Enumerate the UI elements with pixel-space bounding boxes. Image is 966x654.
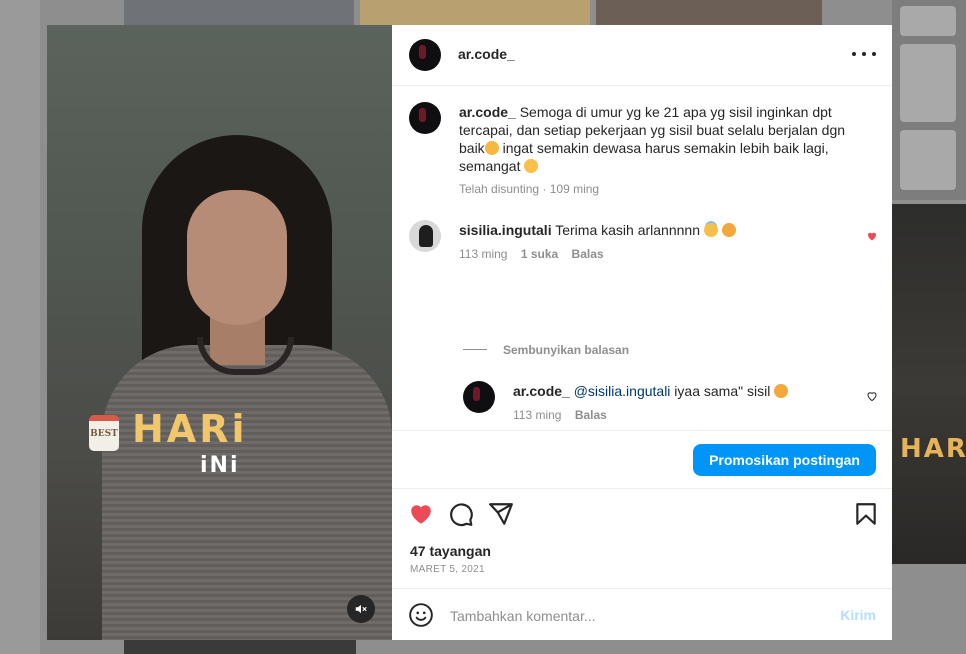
post-details-panel: ar.code_ ar.code_ Semoga di umur yg ke 2… — [392, 25, 892, 640]
mention-link[interactable]: @sisilia.ingutali — [574, 383, 671, 399]
reply-time: 113 ming — [513, 408, 562, 422]
sticker-best: BEST — [89, 415, 119, 451]
avatar[interactable] — [463, 381, 495, 413]
photo-subject-face — [187, 190, 287, 325]
mute-button[interactable] — [347, 595, 375, 623]
mute-icon — [355, 604, 367, 614]
promote-bar: Promosikan postingan — [392, 430, 892, 489]
reply-text: iyaa sama" sisil — [670, 383, 771, 399]
caption-author[interactable]: ar.code_ — [459, 104, 516, 120]
background-ad-tile — [900, 44, 956, 122]
emoji-icon[interactable] — [408, 602, 434, 628]
reply-button[interactable]: Balas — [572, 247, 604, 261]
comment-author[interactable]: sisilia.ingutali — [459, 222, 552, 238]
add-comment-bar: Kirim — [392, 588, 892, 641]
post-author[interactable]: ar.code_ — [458, 46, 515, 62]
comment-likes[interactable]: 1 suka — [521, 247, 558, 261]
angel-emoji-icon — [703, 223, 718, 237]
view-count[interactable]: 47 tayangan — [410, 543, 491, 559]
avatar[interactable] — [409, 220, 441, 252]
background-next-post[interactable] — [892, 204, 966, 564]
caption-meta: Telah disunting · 109 ming — [459, 182, 600, 196]
comment-text: Terima kasih arlannnnn — [555, 222, 700, 238]
background-ad-tile — [900, 6, 956, 36]
background-sticker-text: HARi — [900, 434, 966, 464]
photo-subject-shirt — [102, 345, 392, 640]
post-header: ar.code_ — [392, 25, 892, 86]
comment-icon[interactable] — [448, 501, 474, 527]
laughing-emoji-icon — [484, 141, 499, 155]
reply-comment: ar.code_ @sisilia.ingutali iyaa sama" si… — [513, 383, 789, 399]
share-icon[interactable] — [488, 501, 514, 527]
hugging-emoji-icon — [774, 384, 789, 398]
background-post-thumbnail — [124, 0, 354, 25]
comment-meta: 113 ming 1 suka Balas — [459, 247, 604, 261]
edited-time: 109 ming — [549, 182, 600, 196]
post-media[interactable]: BEST HARi iNi — [47, 25, 392, 640]
background-page — [0, 0, 40, 654]
bookmark-icon[interactable] — [853, 501, 879, 527]
comment-time: 113 ming — [459, 247, 508, 261]
heart-outline-icon[interactable] — [866, 390, 878, 402]
post-caption: ar.code_ Semoga di umur yg ke 21 apa yg … — [459, 103, 859, 175]
more-options-icon[interactable] — [852, 46, 876, 62]
hugging-emoji-icon — [721, 223, 736, 237]
heart-icon[interactable] — [866, 230, 878, 242]
avatar[interactable] — [409, 39, 441, 71]
reply-meta: 113 ming Balas — [513, 408, 607, 422]
comments-section: ar.code_ Semoga di umur yg ke 21 apa yg … — [392, 86, 892, 430]
divider — [463, 349, 487, 350]
smiling-emoji-icon — [524, 159, 539, 173]
comment: sisilia.ingutali Terima kasih arlannnnn — [459, 222, 736, 238]
action-bar — [392, 488, 892, 538]
background-post-thumbnail — [360, 0, 590, 25]
heart-icon[interactable] — [408, 501, 434, 527]
post-date[interactable]: MARET 5, 2021 — [410, 564, 485, 575]
sticker-ini: iNi — [200, 453, 240, 478]
avatar[interactable] — [409, 102, 441, 134]
background-post-thumbnail — [596, 0, 822, 25]
sticker-hari: HARi — [132, 407, 248, 451]
edited-label: Telah disunting — [459, 182, 540, 196]
reply-author[interactable]: ar.code_ — [513, 383, 570, 399]
send-comment-button[interactable]: Kirim — [840, 607, 876, 623]
promote-post-button[interactable]: Promosikan postingan — [693, 444, 876, 476]
background-ad-tile — [900, 130, 956, 190]
reply-button[interactable]: Balas — [575, 408, 607, 422]
background-post-thumbnail — [124, 640, 356, 654]
caption-text-2: ingat semakin dewasa harus semakin lebih… — [459, 140, 829, 174]
comment-input[interactable] — [448, 601, 832, 631]
hide-replies-button[interactable]: Sembunyikan balasan — [503, 343, 629, 357]
